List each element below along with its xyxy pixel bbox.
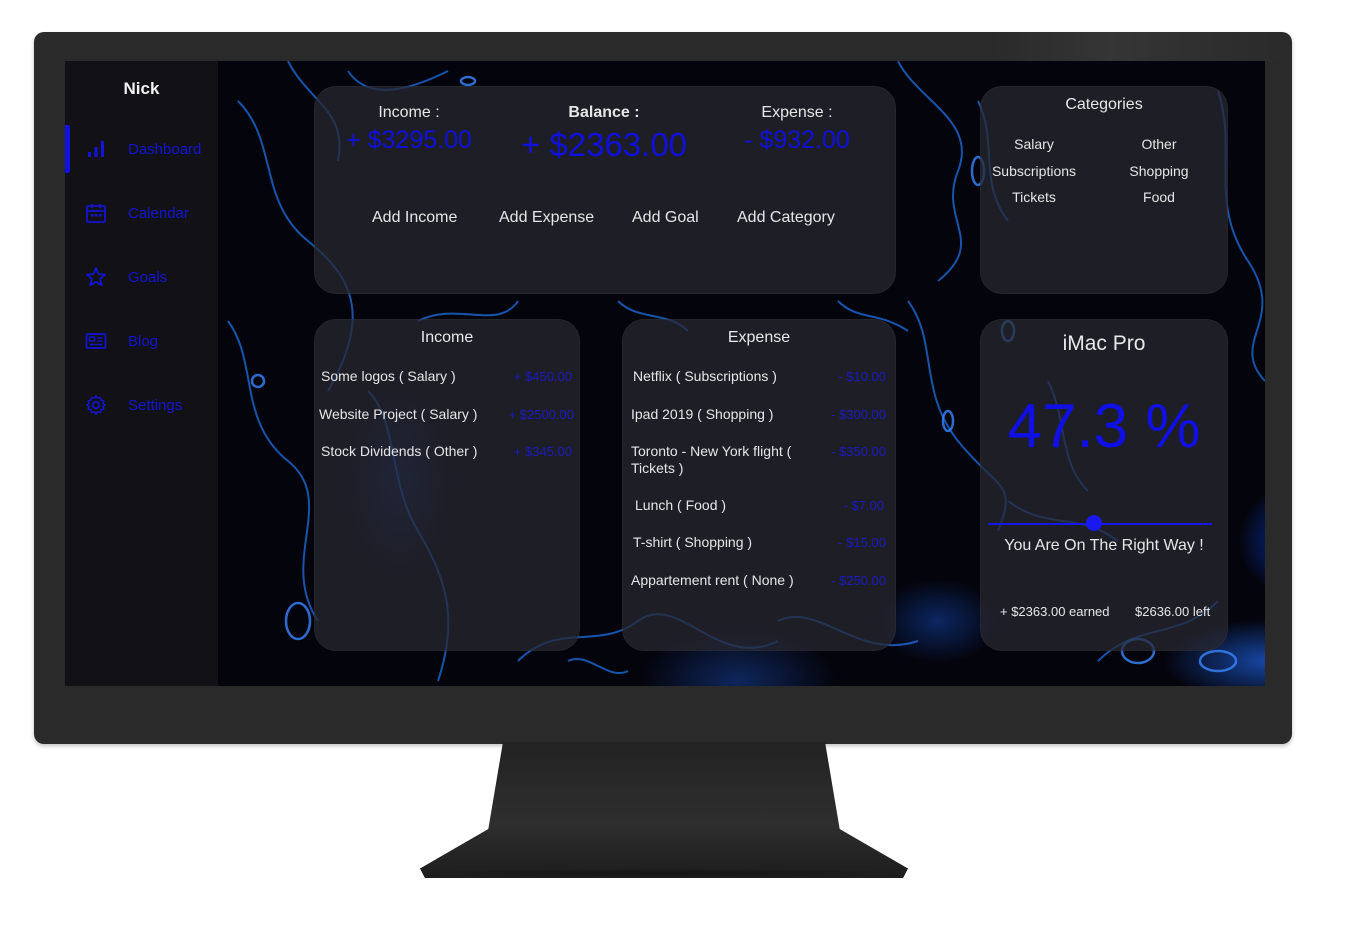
calendar-icon	[85, 202, 107, 224]
categories-card: Categories Salary Other Subscriptions Sh…	[980, 86, 1228, 294]
expense-row-amount: - $15.00	[838, 535, 886, 550]
expense-row-amount: - $300.00	[831, 407, 886, 422]
sidebar-item-blog[interactable]: Blog	[65, 317, 218, 365]
add-goal-button[interactable]: Add Goal	[632, 209, 699, 227]
expense-row-amount: - $250.00	[831, 573, 886, 588]
sidebar-item-label: Goals	[128, 268, 168, 286]
sidebar-item-label: Dashboard	[128, 140, 202, 158]
category-item[interactable]: Shopping	[1099, 163, 1219, 179]
balance-total: + $2363.00	[520, 126, 688, 163]
expense-card-title: Expense	[727, 329, 791, 346]
goal-earned: + $2363.00 earned	[1000, 604, 1110, 619]
stand-shadow	[430, 868, 898, 878]
sidebar-item-settings[interactable]: Settings	[65, 381, 218, 429]
category-item[interactable]: Other	[1099, 136, 1219, 152]
income-row-amount: + $450.00	[513, 369, 572, 384]
sidebar-item-calendar[interactable]: Calendar	[65, 189, 218, 237]
expense-label: Expense :	[761, 104, 833, 121]
sidebar: Nick Dashboard Calendar Goals Blog Setti…	[65, 61, 218, 686]
expense-row-amount: - $7.00	[843, 498, 884, 513]
star-icon	[85, 266, 107, 288]
income-card: Income Some logos ( Salary ) + $450.00 W…	[314, 319, 580, 651]
stage: Nick Dashboard Calendar Goals Blog Setti…	[0, 0, 1349, 929]
expense-row-label: Toronto - New York flight ( Tickets )	[631, 443, 792, 476]
expense-row-amount: - $10.00	[838, 369, 886, 384]
screen: Nick Dashboard Calendar Goals Blog Setti…	[65, 61, 1265, 686]
expense-row-label: Appartement rent ( None )	[631, 572, 794, 588]
income-card-title: Income	[420, 329, 474, 346]
expense-row-amount: - $350.00	[831, 444, 886, 459]
expense-card: Expense Netflix ( Subscriptions ) - $10.…	[622, 319, 896, 651]
add-expense-button[interactable]: Add Expense	[499, 209, 594, 227]
sidebar-item-label: Calendar	[128, 204, 189, 222]
gear-icon	[85, 394, 107, 416]
income-total: + $3295.00	[346, 126, 472, 154]
sidebar-item-goals[interactable]: Goals	[65, 253, 218, 301]
income-label: Income :	[378, 104, 440, 121]
goal-left: $2636.00 left	[1135, 604, 1211, 619]
category-item[interactable]: Tickets	[974, 189, 1094, 205]
category-item[interactable]: Subscriptions	[974, 163, 1094, 179]
monitor-stand	[420, 742, 908, 878]
newspaper-icon	[85, 330, 107, 352]
income-row-label: Website Project ( Salary )	[319, 406, 478, 422]
add-category-button[interactable]: Add Category	[737, 209, 835, 227]
expense-total: - $932.00	[744, 126, 850, 154]
goal-progress-knob[interactable]	[1085, 515, 1102, 531]
income-row-amount: + $2500.00	[508, 407, 574, 422]
bezel-reflection	[990, 32, 1292, 62]
income-row-label: Stock Dividends ( Other )	[321, 443, 478, 459]
income-row-label: Some logos ( Salary )	[321, 368, 456, 384]
expense-row-label: Ipad 2019 ( Shopping )	[631, 406, 774, 422]
category-item[interactable]: Salary	[974, 136, 1094, 152]
sidebar-item-label: Blog	[128, 332, 159, 350]
sidebar-item-label: Settings	[128, 396, 183, 414]
summary-card: Income : + $3295.00 Balance : + $2363.00…	[314, 86, 896, 294]
goal-percent: 47.3 %	[1007, 392, 1201, 461]
add-income-button[interactable]: Add Income	[372, 209, 457, 227]
goal-card: iMac Pro 47.3 % You Are On The Right Way…	[980, 319, 1228, 651]
sidebar-item-dashboard[interactable]: Dashboard	[65, 125, 218, 173]
balance-label: Balance :	[568, 104, 640, 121]
bar-chart-icon	[85, 138, 107, 160]
income-row-amount: + $345.00	[513, 444, 572, 459]
goal-message: You Are On The Right Way !	[1004, 537, 1204, 554]
category-item[interactable]: Food	[1099, 189, 1219, 205]
goal-title: iMac Pro	[1062, 332, 1146, 355]
expense-row-label: T-shirt ( Shopping )	[633, 534, 753, 550]
categories-title: Categories	[1065, 96, 1143, 113]
expense-row-label: Lunch ( Food )	[635, 497, 727, 513]
expense-row-label: Netflix ( Subscriptions )	[633, 368, 777, 384]
user-name: Nick	[123, 79, 160, 98]
